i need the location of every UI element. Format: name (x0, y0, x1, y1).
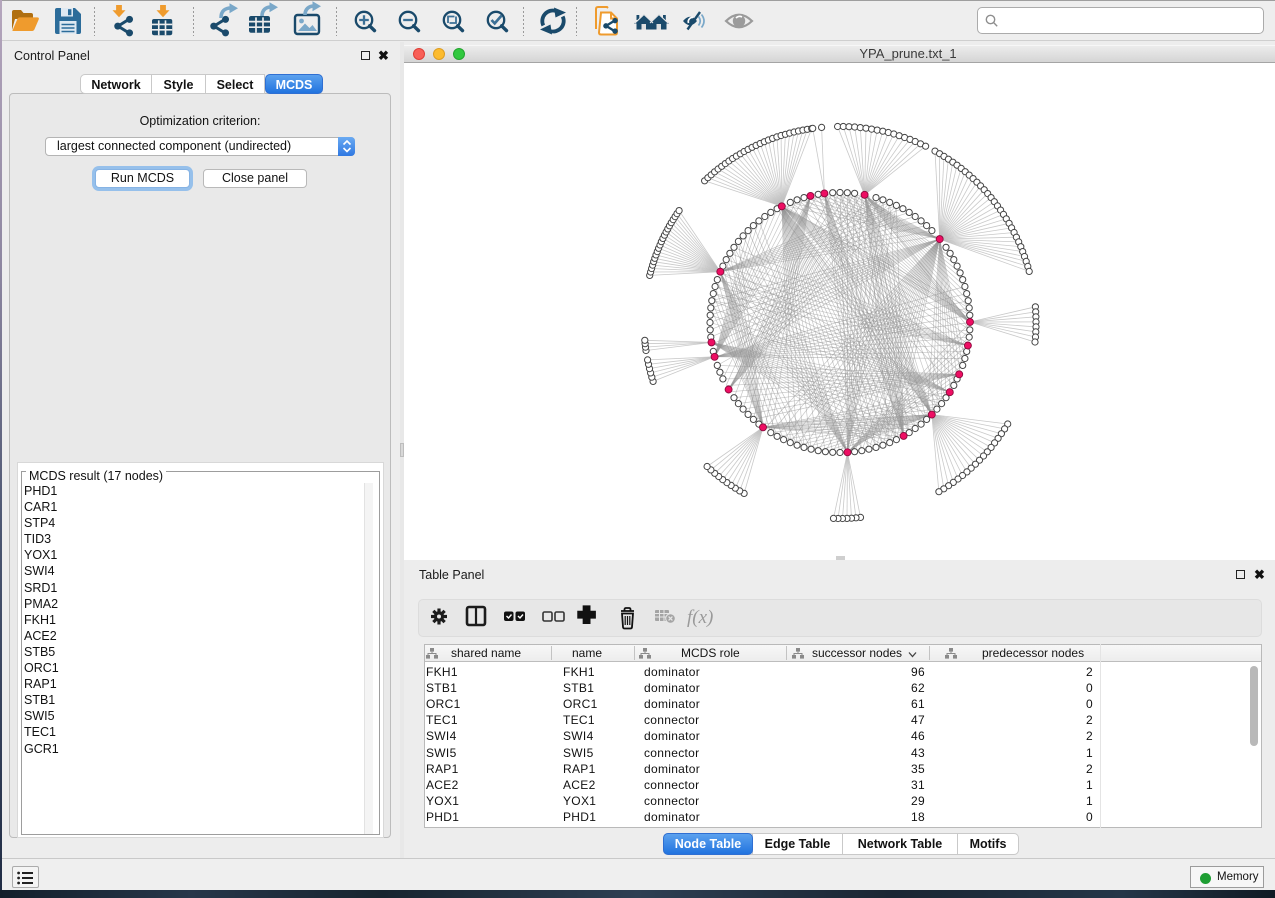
svg-text:f(x): f(x) (687, 607, 713, 628)
